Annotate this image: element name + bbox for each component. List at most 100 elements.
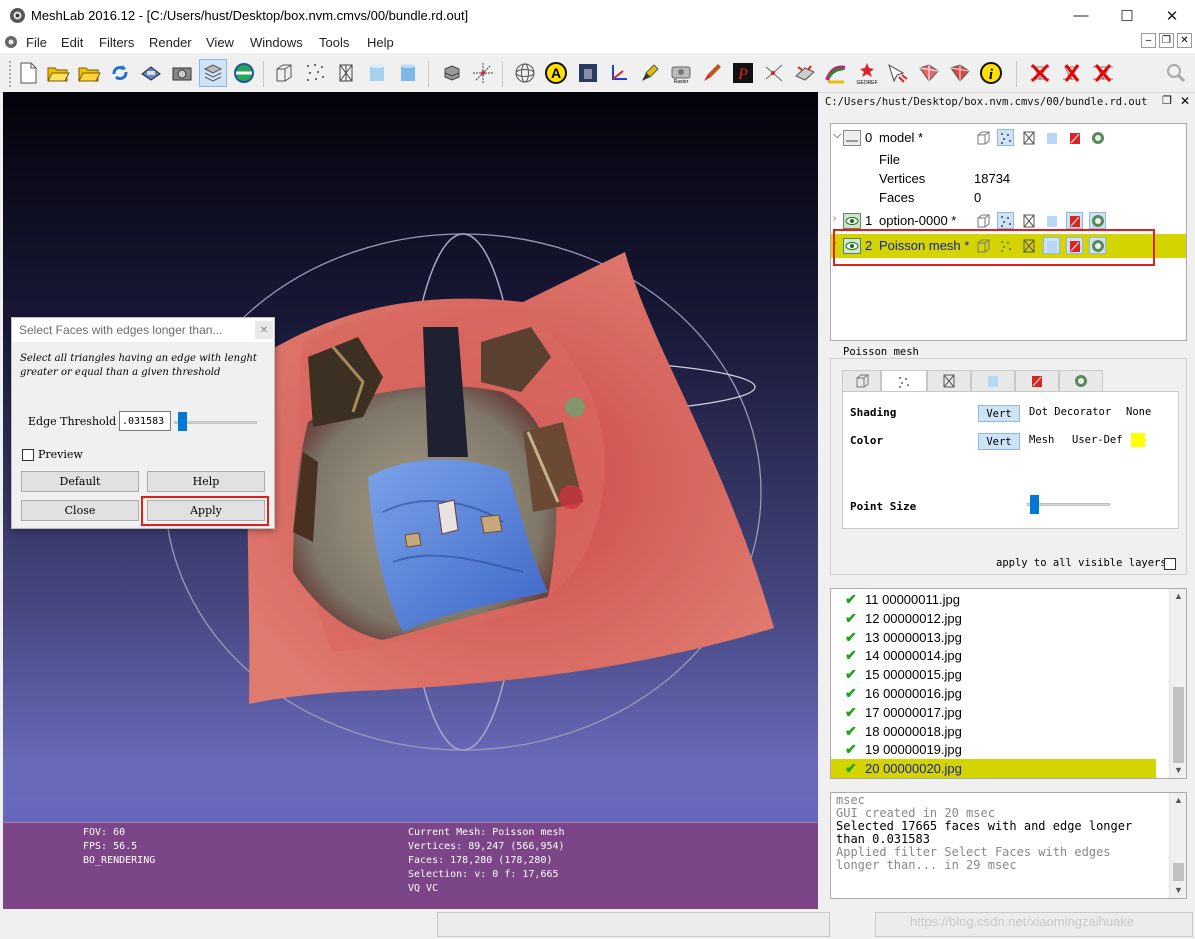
scroll-up-icon[interactable]: ▲ (1174, 795, 1183, 805)
decorator-toggle-icon[interactable] (1089, 129, 1106, 146)
shading-dot-decorator-option[interactable]: Dot Decorator (1029, 406, 1111, 418)
help-button[interactable]: Help (147, 471, 265, 492)
color-user-def-option[interactable]: User-Def (1072, 434, 1123, 446)
layer-1-name[interactable]: option-0000 * (879, 213, 956, 228)
raster-list-item[interactable]: ✔ 12 00000012.jpg (831, 609, 1156, 628)
raster-align-icon[interactable]: Raster (667, 59, 695, 87)
user-color-swatch[interactable] (1131, 433, 1145, 447)
shading-vert-option[interactable]: Vert (978, 405, 1020, 422)
menu-windows[interactable]: Windows (250, 35, 303, 50)
menu-help[interactable]: Help (367, 35, 394, 50)
info-icon[interactable]: i (977, 59, 1005, 87)
annotation-icon[interactable]: A (542, 59, 570, 87)
smooth-shading-icon[interactable] (394, 59, 422, 87)
checkmark-icon[interactable]: ✔ (831, 666, 865, 683)
pickpoints-icon[interactable]: P (729, 59, 757, 87)
raster-list-item[interactable]: ✔ 11 00000011.jpg (831, 590, 1156, 609)
default-button[interactable]: Default (21, 471, 139, 492)
checkmark-icon[interactable]: ✔ (831, 610, 865, 627)
menu-view[interactable]: View (206, 35, 234, 50)
log-scroll-thumb[interactable] (1173, 863, 1184, 881)
raster-icon[interactable] (230, 59, 258, 87)
eye-icon[interactable] (843, 213, 861, 229)
edge-threshold-slider-thumb[interactable] (177, 412, 187, 431)
dialog-close-icon[interactable]: ✕ (255, 321, 273, 339)
search-icon[interactable] (1162, 59, 1190, 87)
raster-scroll-thumb[interactable] (1173, 687, 1184, 763)
georef-icon[interactable]: GEOREF (853, 59, 881, 87)
color-vert-option[interactable]: Vert (978, 433, 1020, 450)
mdi-close-button[interactable]: ✕ (1177, 33, 1192, 48)
menu-filters[interactable]: Filters (99, 35, 134, 50)
maximize-button[interactable]: ☐ (1104, 0, 1150, 31)
shading-none-option[interactable]: None (1126, 406, 1151, 418)
tab-solid[interactable] (971, 370, 1015, 392)
scroll-up-icon[interactable]: ▲ (1174, 591, 1183, 601)
delete-selected-faces-icon[interactable] (1057, 59, 1085, 87)
point-size-slider-thumb[interactable] (1029, 495, 1039, 514)
dialog-titlebar[interactable]: Select Faces with edges longer than... ✕ (12, 318, 274, 342)
raster-list-item[interactable]: ✔ 13 00000013.jpg (831, 628, 1156, 647)
raster-list-item[interactable]: ✔ 17 00000017.jpg (831, 703, 1156, 722)
open-project-icon[interactable] (44, 59, 72, 87)
reload-icon[interactable] (106, 59, 134, 87)
axis-icon[interactable] (469, 59, 497, 87)
wire-toggle-icon[interactable] (1020, 212, 1037, 229)
checkmark-icon[interactable]: ✔ (831, 591, 865, 608)
raster-list-item[interactable]: ✔ 19 00000019.jpg (831, 740, 1156, 759)
delete-faces-and-vertices-icon[interactable] (1088, 58, 1118, 88)
checkmark-icon[interactable]: ✔ (831, 760, 865, 777)
texture-toggle-icon[interactable] (1066, 129, 1083, 146)
toolbar-grip[interactable] (9, 61, 12, 87)
select-component-icon[interactable] (884, 59, 912, 87)
camera-icon[interactable] (168, 59, 196, 87)
raster-list-item[interactable]: ✔ 14 00000014.jpg (831, 646, 1156, 665)
bbox-toggle-icon[interactable] (974, 129, 991, 146)
scroll-down-icon[interactable]: ▼ (1174, 765, 1183, 775)
select-faces-icon[interactable] (915, 59, 943, 87)
raster-list-item[interactable]: ✔ 18 00000018.jpg (831, 722, 1156, 741)
new-project-icon[interactable] (14, 59, 42, 87)
tab-texture[interactable] (1015, 370, 1059, 392)
checkmark-icon[interactable]: ✔ (831, 647, 865, 664)
paint-brush-icon[interactable] (636, 59, 664, 87)
chevron-down-icon[interactable]: ⌵ (833, 129, 841, 142)
panel-close-icon[interactable]: ✕ (1180, 94, 1190, 108)
texture-toggle-icon[interactable] (1066, 212, 1083, 229)
manipulator-icon[interactable] (791, 59, 819, 87)
checkmark-icon[interactable]: ✔ (831, 629, 865, 646)
paint-icon[interactable] (698, 59, 726, 87)
decorator-toggle-icon[interactable] (1089, 212, 1106, 229)
points-toggle-icon[interactable] (997, 212, 1014, 229)
save-snapshot-icon[interactable] (137, 59, 165, 87)
measure-icon[interactable] (760, 59, 788, 87)
layer-row-1[interactable]: › 1 option-0000 * (831, 211, 1186, 231)
select-connected-icon[interactable] (946, 59, 974, 87)
menu-render[interactable]: Render (149, 35, 192, 50)
tab-bbox[interactable] (842, 370, 881, 392)
raster-list-item[interactable]: ✔ 16 00000016.jpg (831, 684, 1156, 703)
mdi-minimize-button[interactable]: – (1141, 33, 1156, 48)
tab-points[interactable] (881, 370, 927, 392)
solid-toggle-icon[interactable] (1043, 129, 1060, 146)
checkmark-icon[interactable]: ✔ (831, 741, 865, 758)
checkmark-icon[interactable]: ✔ (831, 685, 865, 702)
wire-toggle-icon[interactable] (1020, 129, 1037, 146)
point-size-slider[interactable] (1027, 503, 1110, 506)
scroll-down-icon[interactable]: ▼ (1174, 885, 1183, 895)
raster-scrollbar[interactable]: ▲ ▼ (1169, 589, 1186, 778)
log-scrollbar[interactable]: ▲ ▼ (1169, 793, 1186, 898)
chevron-right-icon[interactable]: › (833, 213, 836, 224)
mdi-restore-button[interactable]: ❐ (1159, 33, 1174, 48)
raster-list-item[interactable]: ✔ 15 00000015.jpg (831, 665, 1156, 684)
minimize-button[interactable]: — (1058, 0, 1104, 31)
menu-file[interactable]: File (26, 35, 47, 50)
tab-wire[interactable] (927, 370, 971, 392)
close-button[interactable]: Close (21, 500, 139, 521)
bounding-box-icon[interactable] (270, 59, 298, 87)
reference-frame-icon[interactable] (605, 59, 633, 87)
preview-checkbox[interactable] (22, 449, 34, 461)
layers-icon[interactable] (199, 59, 227, 87)
apply-all-layers-checkbox[interactable] (1164, 558, 1176, 570)
layer-row-0[interactable]: ⌵ 0 model * (831, 128, 1186, 148)
